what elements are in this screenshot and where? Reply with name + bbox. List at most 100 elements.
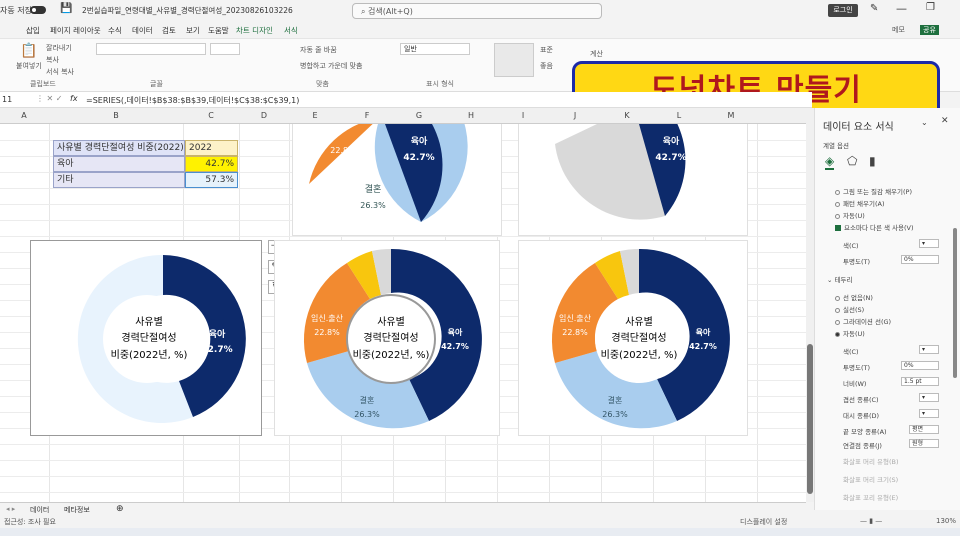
col-l[interactable]: L — [654, 111, 704, 120]
gradient-line-option[interactable]: 그라데이션 선(G) — [835, 316, 891, 326]
panel-collapse-icon[interactable]: ⌄ — [921, 118, 928, 127]
panel-scrollbar[interactable] — [953, 228, 957, 378]
tab-insert[interactable]: 삽입 — [26, 25, 40, 36]
format-painter-button[interactable]: 서식 복사 — [46, 67, 74, 77]
copy-button[interactable]: 복사 — [46, 55, 59, 65]
col-c[interactable]: C — [184, 111, 238, 120]
join-type-select[interactable]: 원형 — [909, 439, 939, 448]
paste-button[interactable]: 붙여넣기 — [16, 61, 42, 71]
style-good[interactable]: 좋음 — [540, 61, 553, 71]
tab-data[interactable]: 데이터 — [132, 25, 153, 36]
memo-button[interactable]: 메모 — [892, 25, 905, 35]
arrow-begin-size-label: 화살표 머리 크기(S) — [843, 476, 899, 484]
name-box[interactable]: 11 — [2, 95, 12, 104]
vertical-scrollbar[interactable] — [806, 108, 814, 502]
no-line-option[interactable]: 선 없음(N) — [835, 292, 873, 302]
fill-pattern-option[interactable]: 패턴 채우기(A) — [835, 198, 885, 208]
col-f[interactable]: F — [342, 111, 392, 120]
series-options-icon[interactable]: ▮ — [869, 154, 876, 168]
table-row-value[interactable]: 42.7% — [185, 156, 238, 172]
table-row-label[interactable]: 육아 — [53, 156, 185, 172]
col-d[interactable]: D — [240, 111, 288, 120]
add-sheet-icon[interactable]: ⊕ — [116, 504, 124, 514]
sheet-nav-icon[interactable]: ◂ ▸ — [6, 505, 15, 513]
restore-icon[interactable]: ❐ — [926, 2, 935, 13]
table-row-value[interactable]: 57.3% — [185, 172, 238, 188]
worksheet[interactable]: A B C D E F G H I J K L M 사유별 경력단절여성 비중(… — [0, 108, 806, 502]
compound-type-select[interactable]: ▾ — [919, 393, 939, 402]
autosave-toggle[interactable] — [30, 6, 46, 14]
share-button[interactable]: 공유 — [920, 25, 939, 35]
fill-line-icon[interactable]: ◈ — [825, 154, 835, 170]
font-name-box[interactable] — [96, 43, 206, 55]
col-g[interactable]: G — [394, 111, 444, 120]
minimize-icon[interactable]: — — [896, 2, 907, 15]
style-standard[interactable]: 표준 — [540, 45, 553, 55]
col-j[interactable]: J — [550, 111, 600, 120]
chart-donut-selected[interactable]: 사유별 경력단절여성 비중(2022년, %) 육아 42.7% — [30, 240, 262, 436]
cap-type-select[interactable]: 평면 — [909, 425, 939, 434]
zoom-level[interactable]: 130% — [936, 517, 956, 525]
pen-icon[interactable]: ✎ — [870, 3, 878, 14]
tab-view[interactable]: 보기 — [186, 25, 200, 36]
formula-text[interactable]: =SERIES(,데이터!$B$38:$B$39,데이터!$C$38:$C$39… — [86, 95, 299, 106]
zoom-slider[interactable]: — ▮ — — [860, 517, 882, 525]
save-icon[interactable]: 💾 — [60, 3, 72, 14]
border-section[interactable]: ⌄ 테두리 — [827, 274, 852, 284]
auto-line-option[interactable]: 자동(U) — [835, 328, 865, 338]
tab-page-layout[interactable]: 페이지 레이아웃 — [50, 25, 101, 36]
font-group-label: 글꼴 — [150, 80, 163, 88]
login-button[interactable]: 로그인 — [828, 4, 858, 17]
series-options-dropdown[interactable]: 계열 옵션 — [823, 140, 849, 150]
col-a[interactable]: A — [0, 111, 48, 120]
accessibility-status[interactable]: 접근성: 조사 필요 — [4, 517, 56, 527]
col-e[interactable]: E — [290, 111, 340, 120]
table-header-cell[interactable]: 사유별 경력단절여성 비중(2022) — [53, 140, 185, 156]
line-width-input[interactable]: 1.5 pt — [901, 377, 939, 386]
font-size-box[interactable] — [210, 43, 240, 55]
line-transparency-input[interactable]: 0% — [901, 361, 939, 370]
sheet-tab-data[interactable]: 데이터 — [30, 505, 49, 515]
fill-auto-option[interactable]: 자동(U) — [835, 210, 865, 220]
cond-format-button[interactable] — [494, 43, 534, 77]
tab-help[interactable]: 도움말 — [208, 25, 229, 36]
fill-color-picker[interactable]: ▾ — [919, 239, 939, 248]
paste-icon[interactable]: 📋 — [20, 43, 37, 59]
style-calc[interactable]: 계산 — [590, 49, 603, 59]
number-format-box[interactable]: 일반 — [400, 43, 470, 55]
vary-colors-checkbox[interactable]: 요소마다 다른 색 사용(V) — [835, 222, 914, 232]
chart-donut-3[interactable]: 사유별 경력단절여성 비중(2022년, %) 육아 42.7% 결혼 26.3… — [518, 240, 748, 436]
line-color-picker[interactable]: ▾ — [919, 345, 939, 354]
tab-format[interactable]: 서식 — [284, 25, 298, 36]
align-group-label: 맞춤 — [316, 80, 329, 88]
col-b[interactable]: B — [50, 111, 182, 120]
col-k[interactable]: K — [602, 111, 652, 120]
table-year-cell[interactable]: 2022 — [185, 140, 238, 156]
effects-icon[interactable]: ⬠ — [847, 154, 857, 168]
col-m[interactable]: M — [706, 111, 756, 120]
sheet-tab-meta[interactable]: 메타정보 — [64, 505, 90, 515]
tab-review[interactable]: 검토 — [162, 25, 176, 36]
col-i[interactable]: I — [498, 111, 548, 120]
dash-type-select[interactable]: ▾ — [919, 409, 939, 418]
fill-transparency-label: 투명도(T) — [843, 258, 870, 266]
fx-icon[interactable]: fx — [70, 94, 78, 103]
chart-top-middle[interactable]: 육아 42.7% 22.8% 결혼 26.3% — [292, 108, 502, 236]
table-row-label[interactable]: 기타 — [53, 172, 185, 188]
fill-picture-option[interactable]: 그림 또는 질감 채우기(P) — [835, 186, 912, 196]
tab-chart-design[interactable]: 차트 디자인 — [236, 25, 273, 36]
cancel-icon[interactable]: ⋮ ✕ ✓ — [36, 94, 63, 103]
merge-center-button[interactable]: 병합하고 가운데 맞춤 — [300, 61, 362, 71]
chart-top-right[interactable]: 육아 42.7% — [518, 108, 748, 236]
search-input[interactable]: ⌕ 검색(Alt+Q) — [352, 3, 602, 19]
scroll-thumb[interactable] — [807, 344, 813, 494]
solid-line-option[interactable]: 실선(S) — [835, 304, 864, 314]
col-h[interactable]: H — [446, 111, 496, 120]
display-settings[interactable]: 디스플레이 설정 — [740, 517, 787, 527]
cut-button[interactable]: 잘라내기 — [46, 43, 72, 53]
chart-donut-2[interactable]: 사유별 경력단절여성 비중(2022년, %) 육아 42.7% 결혼 26.3… — [274, 240, 500, 436]
tab-formulas[interactable]: 수식 — [108, 25, 122, 36]
panel-close-icon[interactable]: ✕ — [941, 116, 949, 126]
wrap-text-button[interactable]: 자동 줄 바꿈 — [300, 45, 337, 55]
fill-transparency-input[interactable]: 0% — [901, 255, 939, 264]
